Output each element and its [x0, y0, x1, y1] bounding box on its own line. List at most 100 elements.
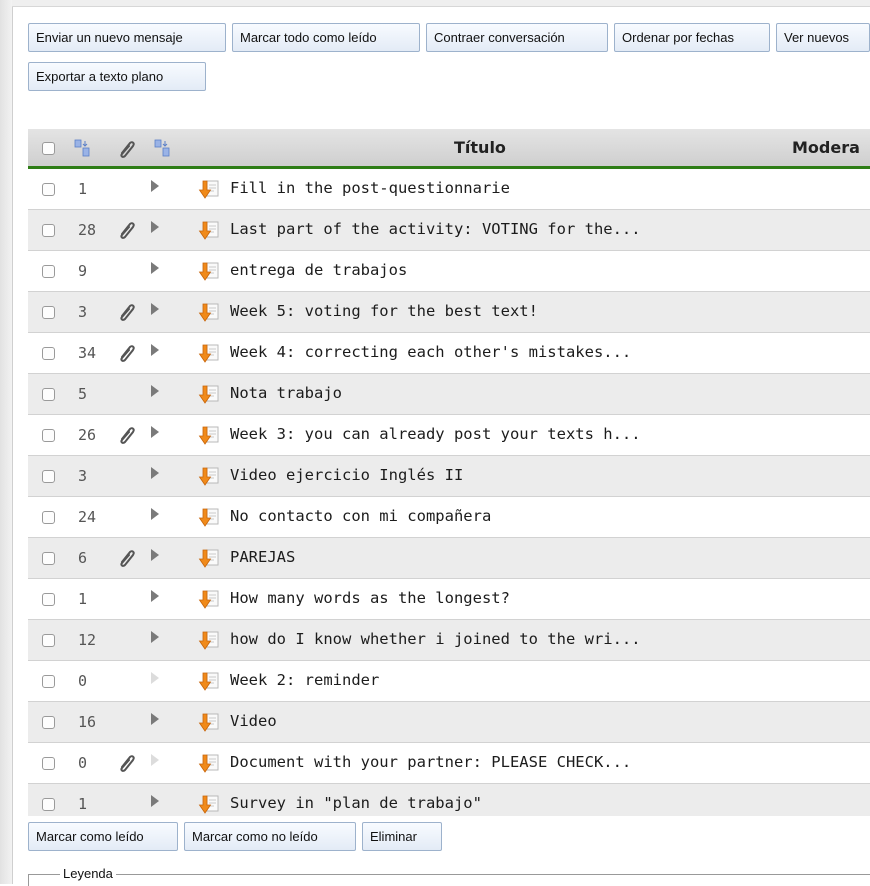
expand-arrow-icon[interactable] — [151, 180, 159, 192]
thread-title-link[interactable]: Fill in the post-questionnarie — [230, 179, 510, 197]
thread-title-link[interactable]: Week 5: voting for the best text! — [230, 302, 538, 320]
paperclip-icon — [116, 547, 138, 569]
row-select-checkbox[interactable] — [42, 798, 55, 811]
top-frame-bar — [12, 0, 870, 7]
reply-count: 1 — [78, 590, 88, 608]
thread-title-link[interactable]: how do I know whether i joined to the wr… — [230, 630, 641, 648]
left-frame-border — [0, 0, 13, 884]
table-row[interactable]: 9 entrega de trabajos — [28, 251, 870, 292]
expand-arrow-icon[interactable] — [151, 303, 159, 315]
row-select-checkbox[interactable] — [42, 511, 55, 524]
mark-all-read-button[interactable]: Marcar todo como leído — [232, 23, 420, 52]
thread-title-link[interactable]: Week 3: you can already post your texts … — [230, 425, 641, 443]
table-row[interactable]: 3 Video ejercicio Inglés II — [28, 456, 870, 497]
sort-count-icon[interactable] — [74, 139, 90, 157]
expand-arrow-icon[interactable] — [151, 590, 159, 602]
row-select-checkbox[interactable] — [42, 224, 55, 237]
expand-arrow-icon[interactable] — [151, 385, 159, 397]
reply-count: 28 — [78, 221, 97, 239]
message-download-icon — [198, 178, 220, 200]
row-select-checkbox[interactable] — [42, 347, 55, 360]
table-row[interactable]: 0 Week 2: reminder — [28, 661, 870, 702]
table-row[interactable]: 3 Week 5: voting for the best text! — [28, 292, 870, 333]
reply-count: 9 — [78, 262, 88, 280]
sort-status-icon[interactable] — [154, 139, 170, 157]
table-header: Título Modera — [28, 129, 870, 169]
row-select-checkbox[interactable] — [42, 265, 55, 278]
threads-table: Título Modera 1 Fill in the post-question… — [28, 129, 870, 816]
expand-arrow-icon[interactable] — [151, 631, 159, 643]
expand-arrow-icon[interactable] — [151, 672, 159, 684]
table-row[interactable]: 1 Survey in "plan de trabajo" — [28, 784, 870, 816]
table-row[interactable]: 0 Document with your partner: PLEASE CHEC… — [28, 743, 870, 784]
expand-arrow-icon[interactable] — [151, 713, 159, 725]
row-select-checkbox[interactable] — [42, 716, 55, 729]
table-row[interactable]: 28 Last part of the activity: VOTING for … — [28, 210, 870, 251]
row-select-checkbox[interactable] — [42, 675, 55, 688]
thread-title-link[interactable]: Last part of the activity: VOTING for th… — [230, 220, 641, 238]
collapse-conversation-button[interactable]: Contraer conversación — [426, 23, 608, 52]
paperclip-icon — [116, 342, 138, 364]
row-select-checkbox[interactable] — [42, 552, 55, 565]
table-row[interactable]: 6 PAREJAS — [28, 538, 870, 579]
row-select-checkbox[interactable] — [42, 388, 55, 401]
thread-title-link[interactable]: Week 2: reminder — [230, 671, 379, 689]
legend-label: Leyenda — [60, 866, 116, 881]
expand-arrow-icon[interactable] — [151, 549, 159, 561]
thread-title-link[interactable]: Video ejercicio Inglés II — [230, 466, 463, 484]
expand-arrow-icon[interactable] — [151, 508, 159, 520]
message-download-icon — [198, 506, 220, 528]
reply-count: 16 — [78, 713, 97, 731]
thread-title-link[interactable]: How many words as the longest? — [230, 589, 510, 607]
reply-count: 5 — [78, 385, 88, 403]
table-row[interactable]: 16 Video — [28, 702, 870, 743]
row-select-checkbox[interactable] — [42, 634, 55, 647]
reply-count: 6 — [78, 549, 88, 567]
row-select-checkbox[interactable] — [42, 306, 55, 319]
expand-arrow-icon[interactable] — [151, 262, 159, 274]
row-select-checkbox[interactable] — [42, 183, 55, 196]
row-select-checkbox[interactable] — [42, 593, 55, 606]
message-download-icon — [198, 301, 220, 323]
table-row[interactable]: 24 No contacto con mi compañera — [28, 497, 870, 538]
expand-arrow-icon[interactable] — [151, 795, 159, 807]
column-header-moderation[interactable]: Modera — [792, 138, 860, 157]
message-download-icon — [198, 711, 220, 733]
mark-read-button[interactable]: Marcar como leído — [28, 822, 178, 851]
thread-title-link[interactable]: entrega de trabajos — [230, 261, 407, 279]
sort-by-date-button[interactable]: Ordenar por fechas — [614, 23, 770, 52]
row-select-checkbox[interactable] — [42, 470, 55, 483]
thread-title-link[interactable]: Video — [230, 712, 277, 730]
message-download-icon — [198, 793, 220, 815]
expand-arrow-icon[interactable] — [151, 754, 159, 766]
delete-button[interactable]: Eliminar — [362, 822, 442, 851]
expand-arrow-icon[interactable] — [151, 426, 159, 438]
table-row[interactable]: 34 Week 4: correcting each other's mistak… — [28, 333, 870, 374]
column-header-title[interactable]: Título — [454, 138, 506, 157]
expand-arrow-icon[interactable] — [151, 344, 159, 356]
table-row[interactable]: 5 Nota trabajo — [28, 374, 870, 415]
thread-title-link[interactable]: Nota trabajo — [230, 384, 342, 402]
thread-title-link[interactable]: No contacto con mi compañera — [230, 507, 491, 525]
thread-title-link[interactable]: Week 4: correcting each other's mistakes… — [230, 343, 631, 361]
export-plain-text-button[interactable]: Exportar a texto plano — [28, 62, 206, 91]
table-row[interactable]: 1 How many words as the longest? — [28, 579, 870, 620]
attachment-column-icon — [120, 141, 135, 158]
expand-arrow-icon[interactable] — [151, 467, 159, 479]
table-row[interactable]: 12 how do I know whether i joined to the … — [28, 620, 870, 661]
legend-border — [28, 874, 870, 875]
thread-title-link[interactable]: PAREJAS — [230, 548, 295, 566]
mark-unread-button[interactable]: Marcar como no leído — [184, 822, 356, 851]
message-download-icon — [198, 465, 220, 487]
new-message-button[interactable]: Enviar un nuevo mensaje — [28, 23, 226, 52]
row-select-checkbox[interactable] — [42, 757, 55, 770]
view-new-button[interactable]: Ver nuevos — [776, 23, 870, 52]
thread-title-link[interactable]: Document with your partner: PLEASE CHECK… — [230, 753, 631, 771]
expand-arrow-icon[interactable] — [151, 221, 159, 233]
table-row[interactable]: 26 Week 3: you can already post your text… — [28, 415, 870, 456]
thread-title-link[interactable]: Survey in "plan de trabajo" — [230, 794, 482, 812]
table-row[interactable]: 1 Fill in the post-questionnarie — [28, 169, 870, 210]
row-select-checkbox[interactable] — [42, 429, 55, 442]
reply-count: 12 — [78, 631, 97, 649]
select-all-checkbox[interactable] — [42, 142, 55, 155]
